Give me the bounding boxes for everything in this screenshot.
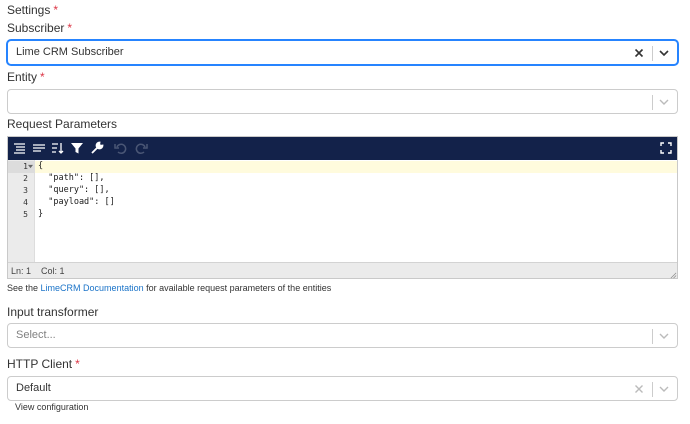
editor-statusbar: Ln: 1 Col: 1 [8, 262, 677, 278]
request-parameters-label: Request Parameters [7, 117, 118, 131]
active-line-highlight [35, 161, 677, 173]
http-client-label-row: HTTP Client * [7, 357, 80, 371]
resize-handle-icon[interactable] [670, 272, 677, 279]
editor-toolbar [8, 137, 677, 160]
help-suffix: for available request parameters of the … [146, 283, 332, 293]
line-number: 4 [23, 198, 28, 207]
code-line: "query": [], [38, 185, 110, 195]
code-line: "payload": [] [38, 197, 115, 207]
http-client-label: HTTP Client [7, 357, 73, 371]
input-transformer-label: Input transformer [7, 305, 99, 319]
indicator-separator [652, 95, 653, 110]
input-transformer-select[interactable]: Select... [7, 323, 678, 348]
line-number: 1 [23, 162, 28, 171]
view-configuration-link[interactable]: View configuration [15, 402, 88, 412]
subscriber-label: Subscriber [7, 21, 65, 35]
entity-select[interactable] [7, 89, 678, 114]
subscriber-select[interactable]: Lime CRM Subscriber [7, 40, 678, 65]
status-col: Col: 1 [41, 266, 65, 276]
required-mark: * [53, 3, 59, 17]
code-line: } [38, 209, 44, 219]
help-text: See the LimeCRM Documentation for availa… [7, 283, 331, 293]
settings-label: Settings [7, 3, 51, 17]
filter-icon[interactable] [70, 141, 84, 155]
chevron-down-icon[interactable] [656, 45, 672, 61]
help-prefix: See the [7, 283, 39, 293]
indicator-separator [652, 382, 653, 397]
undo-icon[interactable] [114, 141, 128, 155]
required-mark: * [40, 70, 45, 84]
sort-icon[interactable] [51, 141, 65, 155]
format-icon[interactable] [13, 141, 27, 155]
clear-icon[interactable] [631, 381, 647, 397]
settings-heading: Settings * [7, 3, 58, 17]
http-client-value: Default [16, 382, 51, 394]
chevron-down-icon[interactable] [656, 94, 672, 110]
required-mark: * [67, 21, 73, 35]
subscriber-label-row: Subscriber * [7, 21, 72, 35]
redo-icon[interactable] [134, 141, 148, 155]
clear-icon[interactable] [631, 45, 647, 61]
status-line: Ln: 1 [11, 266, 32, 276]
documentation-link[interactable]: LimeCRM Documentation [41, 283, 144, 293]
fullscreen-icon[interactable] [659, 141, 673, 155]
required-mark: * [75, 357, 80, 371]
indicator-separator [652, 46, 653, 61]
line-number: 3 [23, 186, 28, 195]
json-editor[interactable]: 1 2 3 4 5 { "path": [], "query": [], "pa… [7, 136, 678, 279]
entity-label: Entity [7, 70, 38, 84]
subscriber-value: Lime CRM Subscriber [16, 46, 124, 58]
entity-label-row: Entity * [7, 70, 45, 84]
fold-icon[interactable] [28, 164, 33, 169]
indicator-separator [652, 329, 653, 344]
chevron-down-icon[interactable] [656, 328, 672, 344]
line-number: 2 [23, 174, 28, 183]
line-number: 5 [23, 210, 28, 219]
chevron-down-icon[interactable] [656, 381, 672, 397]
code-line: "path": [], [38, 173, 105, 183]
input-transformer-placeholder: Select... [16, 329, 56, 341]
http-client-select[interactable]: Default [7, 376, 678, 401]
code-line: { [38, 161, 44, 171]
wrench-icon[interactable] [90, 141, 104, 155]
compact-icon[interactable] [32, 141, 46, 155]
